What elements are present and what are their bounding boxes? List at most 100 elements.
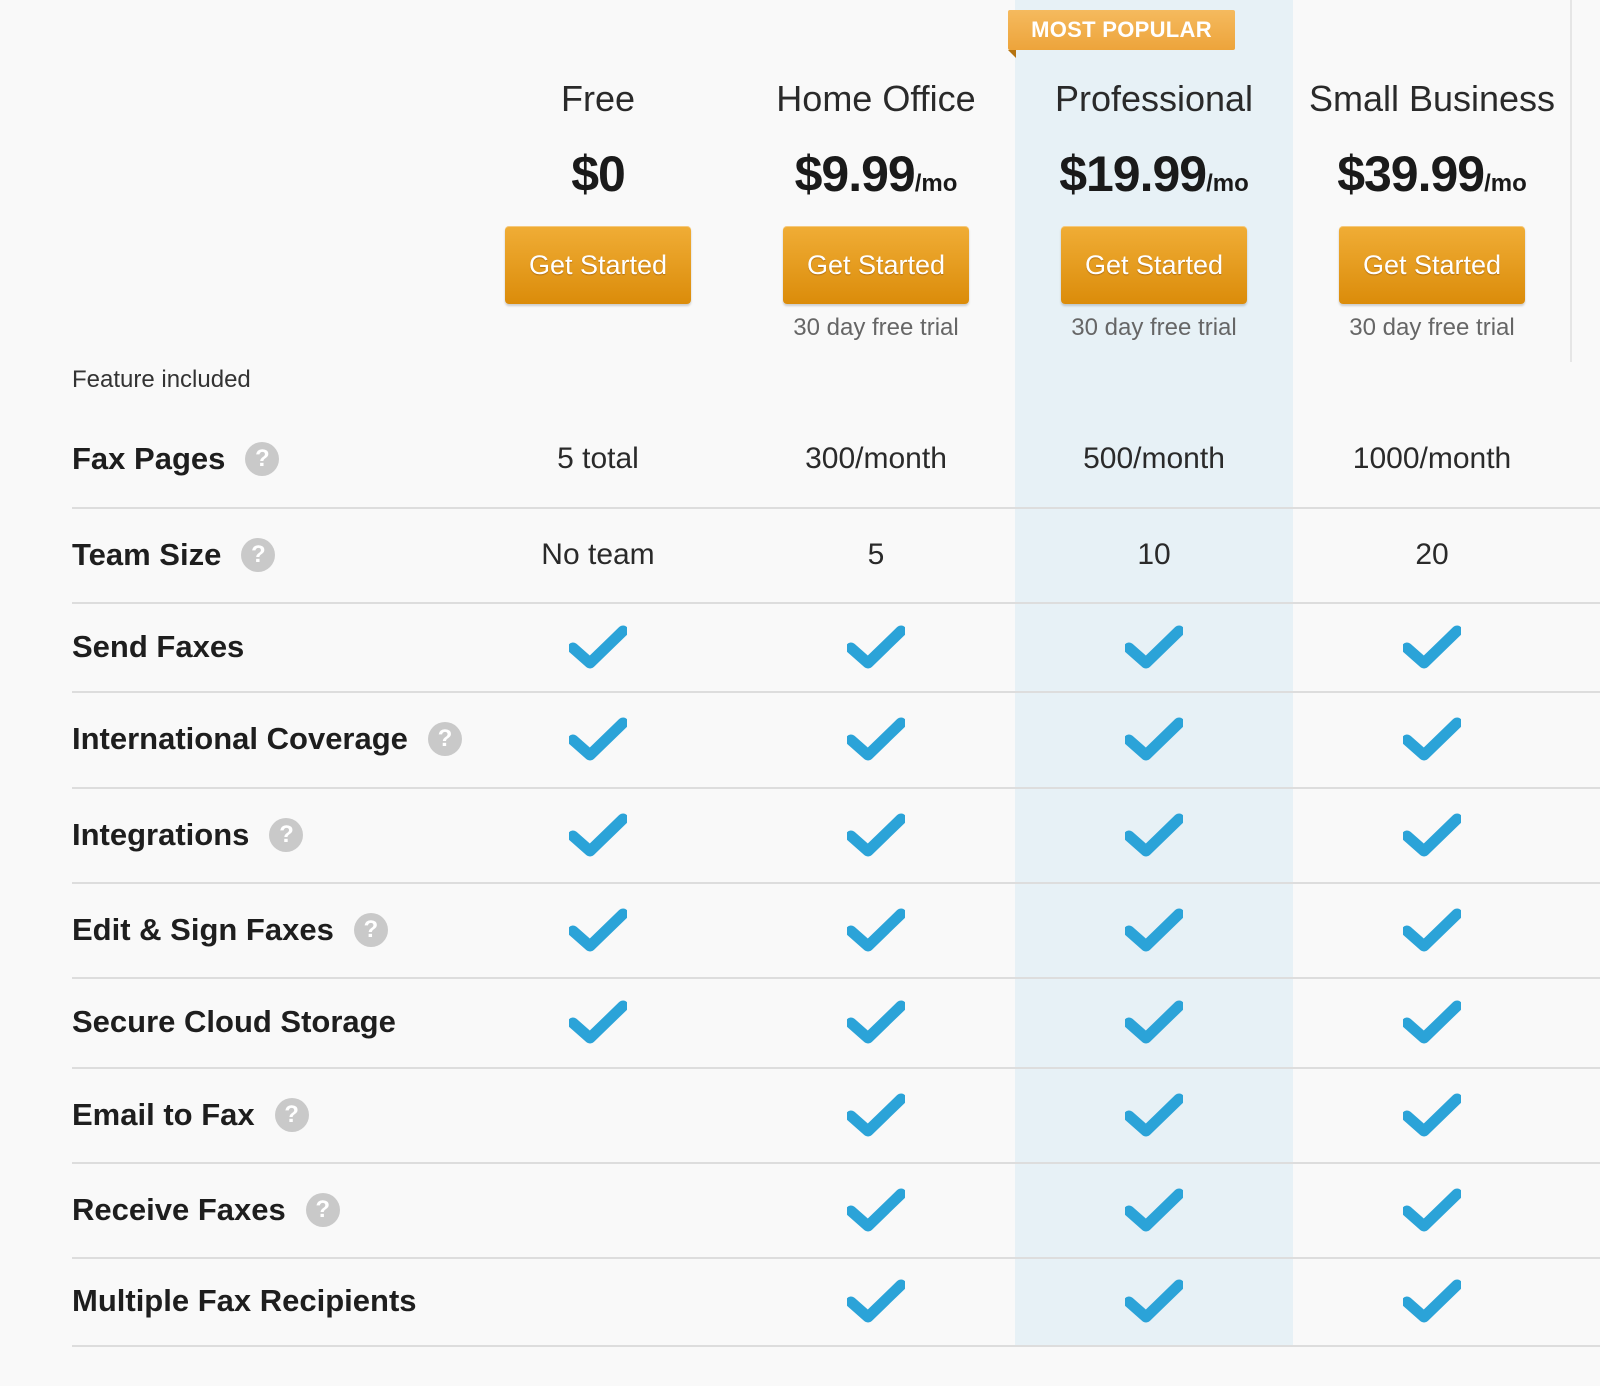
check-icon xyxy=(847,1188,905,1232)
check-icon xyxy=(1125,625,1183,669)
check-icon xyxy=(569,717,627,761)
feature-cell: 5 total xyxy=(459,410,737,507)
check-icon xyxy=(1125,1093,1183,1137)
feature-name: Multiple Fax Recipients xyxy=(72,1257,417,1345)
feature-value: 1000/month xyxy=(1352,441,1512,475)
feature-cell xyxy=(1293,1162,1571,1257)
plan-name: Professional xyxy=(1054,78,1254,119)
feature-cell xyxy=(459,977,737,1067)
price-period: /mo xyxy=(914,170,958,197)
feature-value: 500/month xyxy=(1083,441,1225,475)
help-icon[interactable]: ? xyxy=(274,1097,309,1132)
pricing-page: MOST POPULAR Free $0 Get Started Home Of… xyxy=(0,0,1600,1386)
feature-cell xyxy=(1293,602,1571,691)
feature-value: 5 xyxy=(867,537,885,571)
help-icon[interactable]: ? xyxy=(269,817,304,852)
feature-cell xyxy=(737,602,1015,691)
feature-cell: 10 xyxy=(1015,507,1293,602)
check-icon xyxy=(1403,1188,1461,1232)
feature-cell: 500/month xyxy=(1015,410,1293,507)
feature-name: Fax Pages? xyxy=(72,410,280,507)
feature-cell xyxy=(1293,691,1571,787)
feature-label: Team Size xyxy=(72,536,222,572)
feature-row: Integrations? xyxy=(72,787,1600,884)
check-icon xyxy=(569,625,627,669)
help-icon[interactable]: ? xyxy=(427,722,462,756)
plan-price: $19.99/mo xyxy=(1015,145,1293,203)
feature-cell xyxy=(1015,882,1293,977)
feature-name: Secure Cloud Storage xyxy=(72,977,396,1067)
feature-name: Send Faxes xyxy=(72,602,244,691)
help-icon[interactable]: ? xyxy=(241,537,276,572)
get-started-button-home-office[interactable]: Get Started xyxy=(783,226,969,304)
feature-name: International Coverage? xyxy=(72,691,462,787)
check-icon xyxy=(1125,1000,1183,1044)
feature-label: International Coverage xyxy=(72,721,408,756)
plan-home-office: Home Office $9.99/mo Get Started 30 day … xyxy=(737,0,1015,362)
check-icon xyxy=(847,813,905,857)
feature-value: No team xyxy=(541,537,655,571)
get-started-button-small-business[interactable]: Get Started xyxy=(1339,226,1525,304)
feature-cell xyxy=(737,977,1015,1067)
plan-price: $39.99/mo xyxy=(1293,145,1571,203)
price-period: /mo xyxy=(1206,170,1249,197)
check-icon xyxy=(1125,717,1183,761)
check-icon xyxy=(847,1279,905,1323)
check-icon xyxy=(569,1000,627,1044)
check-icon xyxy=(1125,1279,1183,1323)
check-icon xyxy=(1403,625,1461,669)
feature-cell xyxy=(1015,691,1293,787)
price-amount: $0 xyxy=(571,146,626,202)
feature-row: Secure Cloud Storage xyxy=(72,977,1600,1069)
check-icon xyxy=(847,625,905,669)
feature-cell xyxy=(1015,787,1293,882)
help-icon[interactable]: ? xyxy=(305,1192,340,1227)
feature-cell: 1000/month xyxy=(1293,410,1571,507)
plan-name: Small Business xyxy=(1308,78,1556,119)
price-amount: $19.99 xyxy=(1059,146,1207,202)
feature-cell xyxy=(1293,787,1571,882)
feature-cell xyxy=(459,691,737,787)
feature-row: International Coverage? xyxy=(72,691,1600,789)
feature-cell xyxy=(737,1257,1015,1345)
feature-row: Team Size? No team 5 10 20 xyxy=(72,507,1600,604)
check-icon xyxy=(847,1093,905,1137)
feature-cell xyxy=(459,882,737,977)
feature-label: Edit & Sign Faxes xyxy=(72,911,334,947)
feature-label: Integrations xyxy=(72,816,250,852)
feature-cell: 300/month xyxy=(737,410,1015,507)
feature-value: 300/month xyxy=(805,441,947,475)
feature-cell xyxy=(1293,1067,1571,1162)
feature-value: 10 xyxy=(1137,537,1171,571)
feature-cell xyxy=(737,1067,1015,1162)
price-period: /mo xyxy=(1484,170,1527,197)
get-started-button-professional[interactable]: Get Started xyxy=(1061,226,1247,304)
feature-row: Receive Faxes? xyxy=(72,1162,1600,1259)
check-icon xyxy=(847,1000,905,1044)
feature-cell xyxy=(1015,602,1293,691)
help-icon[interactable]: ? xyxy=(245,441,280,476)
feature-cell xyxy=(1015,977,1293,1067)
feature-row: Edit & Sign Faxes? xyxy=(72,882,1600,979)
help-icon[interactable]: ? xyxy=(353,912,388,947)
plan-free: Free $0 Get Started xyxy=(459,0,737,362)
check-icon xyxy=(569,908,627,952)
plan-price: $9.99/mo xyxy=(737,145,1015,203)
feature-cell xyxy=(1293,882,1571,977)
feature-cell xyxy=(1015,1162,1293,1257)
feature-cell xyxy=(1293,977,1571,1067)
plan-price: $0 xyxy=(459,145,737,203)
check-icon xyxy=(847,908,905,952)
feature-cell xyxy=(1015,1067,1293,1162)
check-icon xyxy=(1403,908,1461,952)
feature-value: 20 xyxy=(1415,537,1449,571)
feature-cell xyxy=(1015,1257,1293,1345)
feature-cell xyxy=(737,882,1015,977)
feature-label: Email to Fax xyxy=(72,1096,255,1132)
feature-cell xyxy=(459,787,737,882)
feature-row: Send Faxes xyxy=(72,602,1600,693)
check-icon xyxy=(1125,813,1183,857)
get-started-button-free[interactable]: Get Started xyxy=(505,226,691,304)
price-amount: $9.99 xyxy=(794,146,916,202)
trial-note: 30 day free trial xyxy=(1349,314,1515,341)
